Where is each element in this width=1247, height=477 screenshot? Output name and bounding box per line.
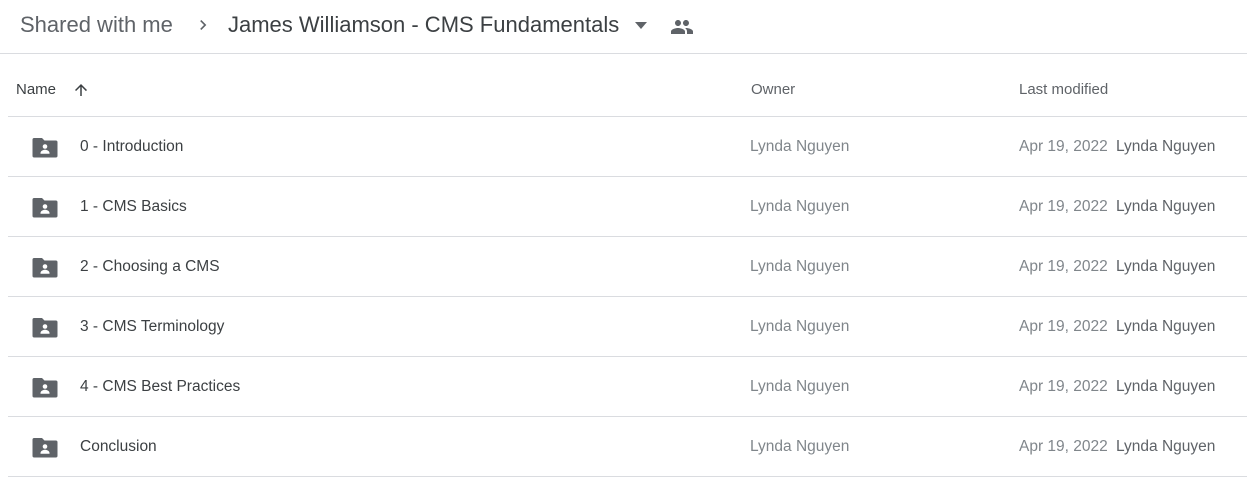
- row-last-modified-date: Apr 19, 2022: [1019, 138, 1108, 155]
- shared-folder-icon: [32, 438, 58, 458]
- row-name: 2 - Choosing a CMS: [80, 258, 220, 275]
- row-last-modified-date: Apr 19, 2022: [1019, 378, 1108, 395]
- column-header-owner[interactable]: Owner: [751, 81, 795, 99]
- shared-folder-icon: [32, 318, 58, 338]
- row-owner: Lynda Nguyen: [750, 138, 850, 155]
- row-owner: Lynda Nguyen: [750, 438, 850, 455]
- column-header-row: Name Owner Last modified: [8, 55, 1247, 117]
- breadcrumb: Shared with me James Williamson - CMS Fu…: [0, 0, 1247, 54]
- shared-folder-icon: [32, 258, 58, 278]
- shared-folder-icon: [32, 198, 58, 218]
- shared-folder-icon: [32, 138, 58, 158]
- row-last-modified-by: Lynda Nguyen: [1116, 318, 1216, 335]
- row-last-modified-by: Lynda Nguyen: [1116, 438, 1216, 455]
- chevron-right-icon: [200, 20, 207, 30]
- row-name: 4 - CMS Best Practices: [80, 378, 241, 395]
- table-row[interactable]: 3 - CMS Terminology Lynda Nguyen Apr 19,…: [8, 297, 1247, 357]
- arrow-up-icon[interactable]: [72, 81, 90, 99]
- row-owner: Lynda Nguyen: [750, 378, 850, 395]
- table-row[interactable]: 0 - Introduction Lynda Nguyen Apr 19, 20…: [8, 117, 1247, 177]
- row-name: 3 - CMS Terminology: [80, 318, 225, 335]
- breadcrumb-current-folder[interactable]: James Williamson - CMS Fundamentals: [228, 11, 619, 39]
- shared-folder-icon: [32, 378, 58, 398]
- row-last-modified-by: Lynda Nguyen: [1116, 138, 1216, 155]
- row-last-modified-by: Lynda Nguyen: [1116, 378, 1216, 395]
- row-last-modified-date: Apr 19, 2022: [1019, 198, 1108, 215]
- row-owner: Lynda Nguyen: [750, 198, 850, 215]
- row-name: 0 - Introduction: [80, 138, 184, 155]
- row-last-modified-date: Apr 19, 2022: [1019, 318, 1108, 335]
- row-last-modified-by: Lynda Nguyen: [1116, 258, 1216, 275]
- row-owner: Lynda Nguyen: [750, 318, 850, 335]
- table-row[interactable]: 2 - Choosing a CMS Lynda Nguyen Apr 19, …: [8, 237, 1247, 297]
- row-owner: Lynda Nguyen: [750, 258, 850, 275]
- table-row[interactable]: Conclusion Lynda Nguyen Apr 19, 2022 Lyn…: [8, 417, 1247, 477]
- row-last-modified-by: Lynda Nguyen: [1116, 198, 1216, 215]
- row-last-modified-date: Apr 19, 2022: [1019, 258, 1108, 275]
- row-last-modified-date: Apr 19, 2022: [1019, 438, 1108, 455]
- row-name: Conclusion: [80, 438, 157, 455]
- people-icon[interactable]: [670, 15, 694, 39]
- table-row[interactable]: 1 - CMS Basics Lynda Nguyen Apr 19, 2022…: [8, 177, 1247, 237]
- row-name: 1 - CMS Basics: [80, 198, 187, 215]
- breadcrumb-shared-with-me[interactable]: Shared with me: [20, 11, 173, 39]
- table-row[interactable]: 4 - CMS Best Practices Lynda Nguyen Apr …: [8, 357, 1247, 417]
- column-header-last-modified[interactable]: Last modified: [1019, 81, 1108, 99]
- column-header-name[interactable]: Name: [16, 81, 56, 99]
- arrow-drop-down-icon[interactable]: [631, 18, 651, 32]
